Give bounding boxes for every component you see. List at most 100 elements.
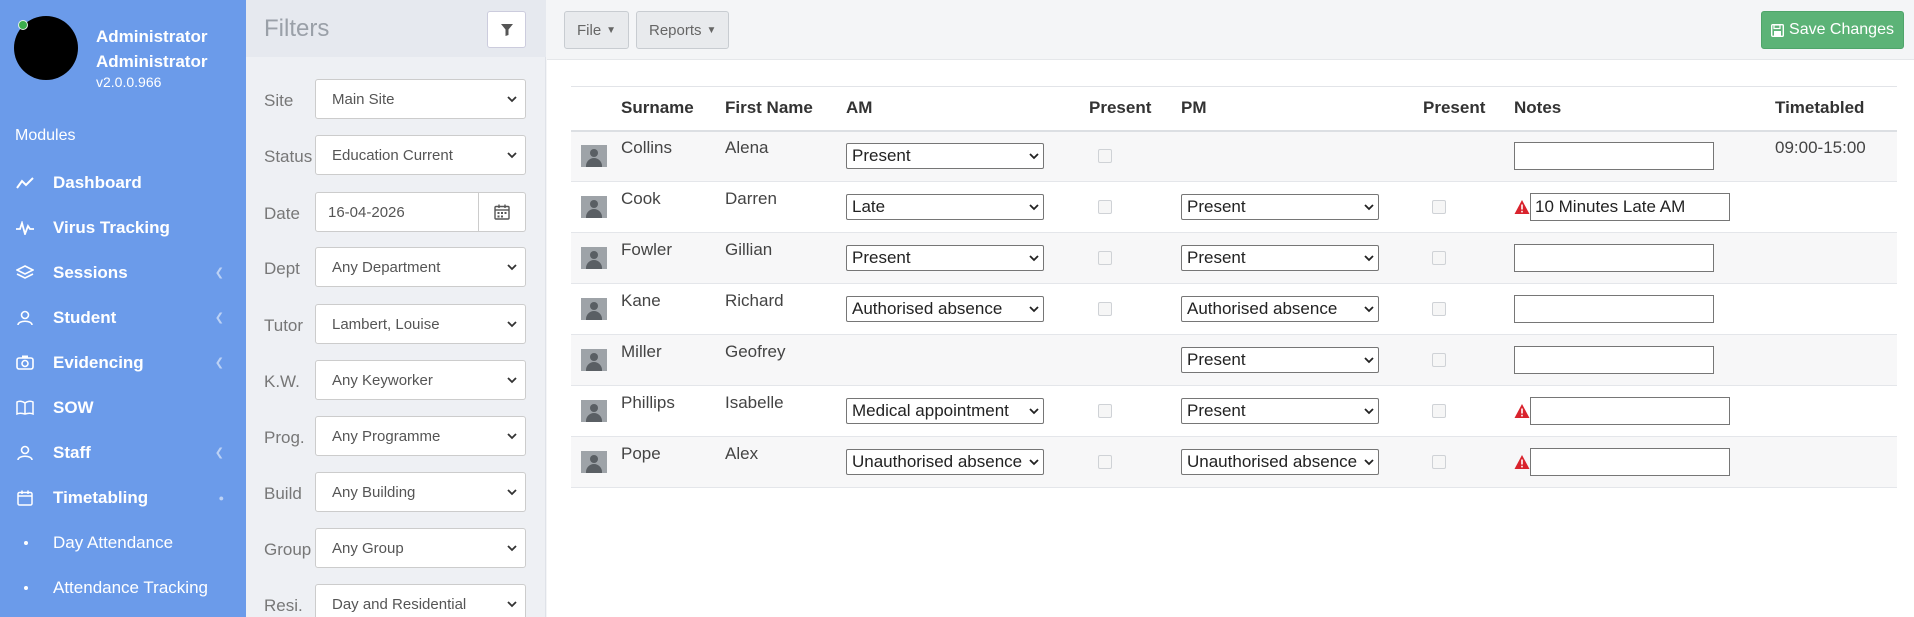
select-value: Any Department [332, 258, 441, 276]
am-column-header[interactable]: AM [846, 86, 1089, 132]
present-pm-checkbox[interactable] [1432, 404, 1446, 418]
table-row: Cook Darren Late Present 10 Minutes Late… [571, 181, 1897, 233]
present-am-checkbox[interactable] [1098, 302, 1112, 316]
file-menu-button[interactable]: File ▼ [564, 11, 630, 49]
student-photo-icon[interactable] [581, 400, 607, 422]
present-am-checkbox[interactable] [1098, 200, 1112, 214]
file-menu-label: File [577, 21, 602, 39]
sidebar-item-sow[interactable]: SOW [0, 385, 246, 430]
sidebar-item-dashboard[interactable]: Dashboard [0, 160, 246, 205]
am-attendance-select[interactable]: Authorised absence [846, 296, 1044, 322]
present-am-column-header[interactable]: Present [1089, 86, 1181, 132]
surname-cell: Miller [621, 342, 662, 361]
filter-label: Date [264, 204, 300, 223]
sidebar-subitem-day-attendance[interactable]: Day Attendance [0, 520, 246, 565]
sidebar-nav: Dashboard Virus Tracking Sessions ❮ Stud… [0, 160, 246, 610]
sidebar-item-timetabling[interactable]: Timetabling ● [0, 475, 246, 520]
chevron-down-icon [1029, 459, 1039, 466]
keyworker-select[interactable]: Any Keyworker [315, 360, 526, 400]
present-am-checkbox[interactable] [1098, 251, 1112, 265]
student-photo-icon[interactable] [581, 451, 607, 473]
am-attendance-select[interactable]: Late [846, 194, 1044, 220]
pm-attendance-select[interactable]: Present [1181, 245, 1379, 271]
student-photo-icon[interactable] [581, 247, 607, 269]
date-input[interactable]: 16-04-2026 [315, 192, 479, 232]
student-photo-icon[interactable] [581, 349, 607, 371]
sidebar-subitem-attendance-tracking[interactable]: Attendance Tracking [0, 565, 246, 610]
user-profile[interactable]: Administrator Administrator v2.0.0.966 [14, 16, 234, 96]
notes-input[interactable] [1514, 346, 1714, 374]
save-changes-button[interactable]: Save Changes [1761, 11, 1904, 49]
table-row: Miller Geofrey Present [571, 334, 1897, 386]
apply-filter-button[interactable] [487, 11, 526, 48]
timetabled-column-header[interactable]: Timetabled [1775, 86, 1897, 132]
pm-attendance-select[interactable]: Present [1181, 194, 1379, 220]
timetabled-cell: 09:00-15:00 [1775, 138, 1866, 158]
present-pm-checkbox[interactable] [1432, 200, 1446, 214]
filter-status: Status Education Current [246, 135, 546, 175]
table-row: Phillips Isabelle Medical appointment Pr… [571, 385, 1897, 437]
present-am-checkbox[interactable] [1098, 404, 1112, 418]
sidebar-item-virus-tracking[interactable]: Virus Tracking [0, 205, 246, 250]
tutor-select[interactable]: Lambert, Louise [315, 304, 526, 344]
attendance-table: Surname First Name AM Present PM Present… [571, 86, 1897, 488]
notes-input[interactable] [1514, 244, 1714, 272]
sidebar-item-evidencing[interactable]: Evidencing ❮ [0, 340, 246, 385]
notes-input[interactable] [1530, 397, 1730, 425]
surname-column-header[interactable]: Surname [621, 86, 725, 132]
present-pm-column-header[interactable]: Present [1423, 86, 1514, 132]
chevron-down-icon [1364, 306, 1374, 313]
pm-attendance-select[interactable]: Present [1181, 398, 1379, 424]
am-attendance-select[interactable]: Unauthorised absence [846, 449, 1044, 475]
notes-column-header[interactable]: Notes [1514, 86, 1775, 132]
select-value: Authorised absence [1187, 299, 1338, 318]
present-am-checkbox[interactable] [1098, 149, 1112, 164]
notes-input[interactable] [1514, 142, 1714, 171]
am-attendance-select[interactable]: Present [846, 245, 1044, 271]
present-am-checkbox[interactable] [1098, 455, 1112, 469]
student-photo-icon[interactable] [581, 298, 607, 320]
group-select[interactable]: Any Group [315, 528, 526, 568]
department-select[interactable]: Any Department [315, 247, 526, 287]
status-select[interactable]: Education Current [315, 135, 526, 175]
notes-input[interactable]: 10 Minutes Late AM [1530, 193, 1730, 221]
am-attendance-select[interactable]: Present [846, 143, 1044, 170]
pm-attendance-select[interactable]: Unauthorised absence [1181, 449, 1379, 475]
sidebar-item-student[interactable]: Student ❮ [0, 295, 246, 340]
pm-column-header[interactable]: PM [1181, 86, 1423, 132]
select-value: Present [852, 248, 911, 267]
present-pm-checkbox[interactable] [1432, 455, 1446, 469]
date-picker-button[interactable] [478, 192, 526, 232]
first-name-column-header[interactable]: First Name [725, 86, 846, 132]
surname-cell: Cook [621, 189, 661, 208]
bullet-icon [24, 540, 28, 545]
present-pm-checkbox[interactable] [1432, 353, 1446, 367]
reports-menu-button[interactable]: Reports ▼ [636, 11, 730, 49]
chart-line-icon [16, 174, 34, 192]
chevron-down-icon [507, 321, 517, 328]
pm-attendance-select[interactable]: Authorised absence [1181, 296, 1379, 322]
building-select[interactable]: Any Building [315, 472, 526, 512]
notes-input[interactable] [1530, 448, 1730, 476]
select-value: Any Programme [332, 427, 441, 445]
select-value: Unauthorised absence [852, 452, 1023, 471]
notes-input[interactable] [1514, 295, 1714, 323]
user-icon [16, 444, 34, 462]
pm-attendance-select[interactable]: Present [1181, 347, 1379, 373]
student-photo-icon[interactable] [581, 145, 607, 168]
surname-cell: Pope [621, 444, 661, 463]
student-photo-icon[interactable] [581, 196, 607, 218]
programme-select[interactable]: Any Programme [315, 416, 526, 456]
filters-panel: Filters Site Main Site Status Education … [246, 0, 546, 617]
sidebar-item-staff[interactable]: Staff ❮ [0, 430, 246, 475]
chevron-down-icon [1029, 204, 1039, 211]
sidebar-item-sessions[interactable]: Sessions ❮ [0, 250, 246, 295]
present-pm-checkbox[interactable] [1432, 302, 1446, 316]
site-select[interactable]: Main Site [315, 79, 526, 119]
select-value: Lambert, Louise [332, 315, 440, 333]
present-pm-checkbox[interactable] [1432, 251, 1446, 265]
chevron-left-icon: ❮ [214, 357, 224, 369]
chevron-left-icon: ❮ [214, 312, 224, 324]
am-attendance-select[interactable]: Medical appointment [846, 398, 1044, 424]
residential-select[interactable]: Day and Residential [315, 584, 526, 617]
